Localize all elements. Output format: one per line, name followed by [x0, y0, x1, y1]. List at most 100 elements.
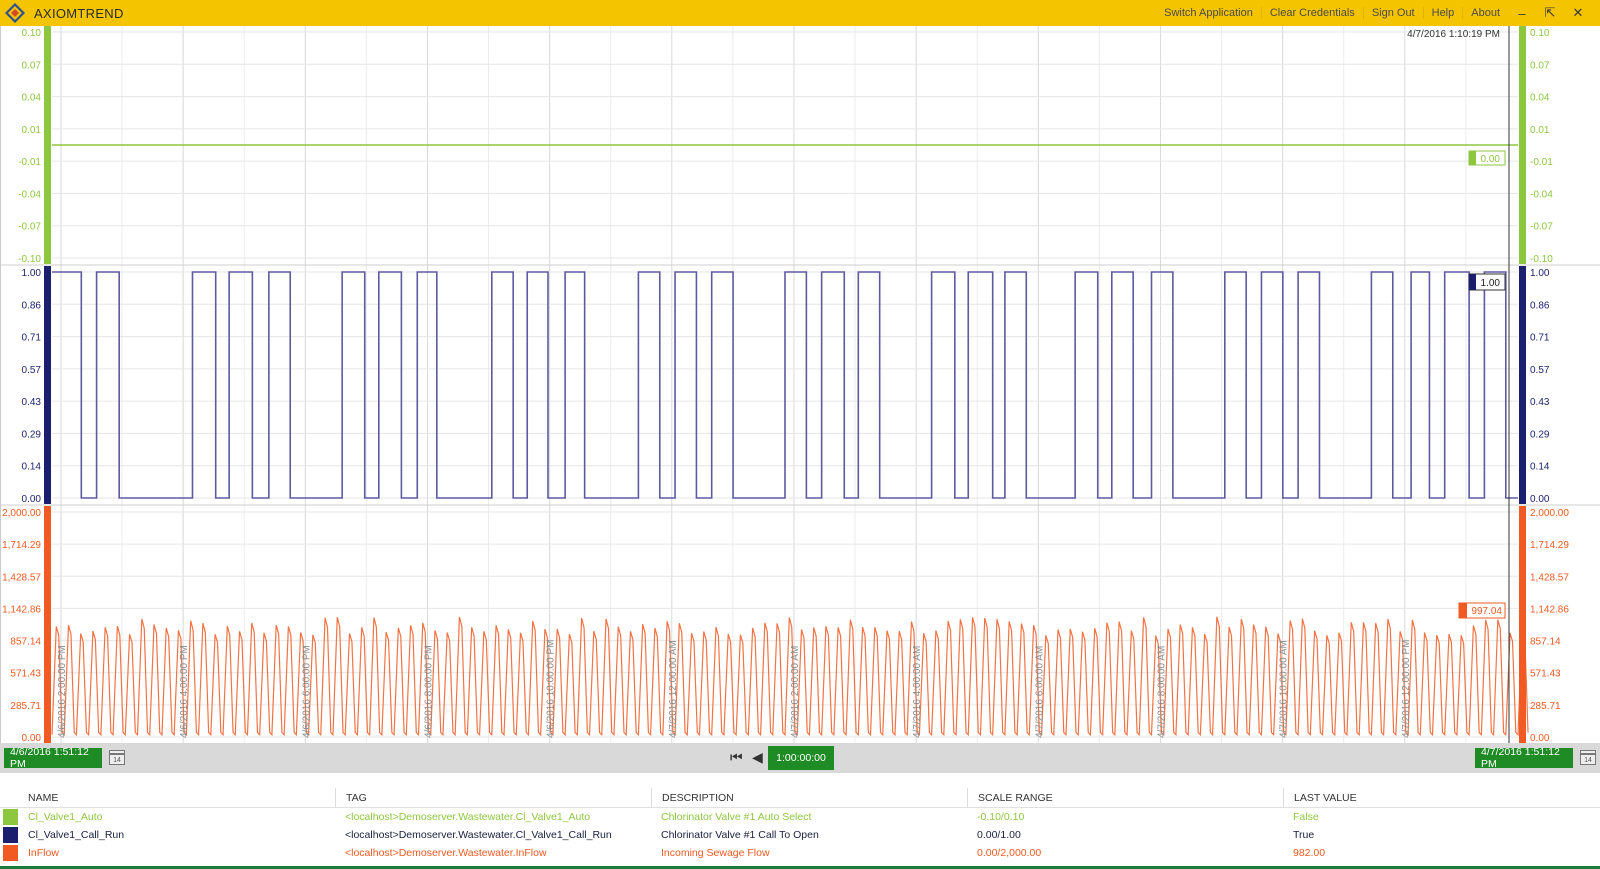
legend-row[interactable]: Cl_Valve1_Call_Run <localhost>Demoserver… — [0, 826, 1600, 844]
y-tick-label: 571.43 — [10, 669, 41, 680]
y-tick-label: -0.07 — [18, 222, 41, 233]
y-tick-label: 0.14 — [22, 462, 42, 473]
y-tick-label: 0.14 — [1530, 462, 1550, 473]
y-tick-label: 0.01 — [1530, 125, 1550, 136]
x-tick-label: 4/7/2016 4:00:00 AM — [912, 646, 923, 738]
switch-application-link[interactable]: Switch Application — [1156, 7, 1261, 19]
y-axis-bar-right — [1519, 266, 1526, 504]
axiomtrend-logo — [5, 3, 25, 23]
col-last-value-header[interactable]: LAST VALUE — [1283, 788, 1600, 807]
value-marker-label: 1.00 — [1481, 278, 1501, 289]
y-tick-label: 0.29 — [22, 429, 42, 440]
legend-row[interactable]: InFlow <localhost>Demoserver.Wastewater.… — [0, 844, 1600, 862]
pen-scale: 0.00/1.00 — [977, 829, 1021, 841]
y-tick-label: 0.00 — [1530, 733, 1550, 743]
pen-name: Cl_Valve1_Call_Run — [28, 829, 125, 841]
sign-out-link[interactable]: Sign Out — [1362, 7, 1423, 19]
title-bar: AXIOMTREND Switch Application Clear Cred… — [0, 0, 1600, 26]
x-tick-label: 4/6/2016 4:00:00 PM — [179, 645, 190, 738]
y-tick-label: 1.00 — [22, 268, 42, 279]
y-tick-label: 1.00 — [1530, 268, 1550, 279]
y-axis-bar-left — [44, 26, 51, 264]
col-scale-header[interactable]: SCALE RANGE — [967, 788, 1283, 807]
col-description-header[interactable]: DESCRIPTION — [651, 788, 967, 807]
value-marker-swatch — [1459, 603, 1467, 618]
time-span-button[interactable]: 1:00:00:00 — [768, 746, 834, 770]
y-tick-label: 0.07 — [22, 60, 42, 71]
pen-tag: <localhost>Demoserver.Wastewater.Cl_Valv… — [345, 829, 612, 841]
value-marker-swatch — [1469, 274, 1476, 290]
pen-tag: <localhost>Demoserver.Wastewater.Cl_Valv… — [345, 811, 591, 823]
pen-name: Cl_Valve1_Auto — [28, 811, 103, 823]
y-tick-label: 0.43 — [22, 397, 42, 408]
x-tick-label: 4/7/2016 12:00:00 AM — [668, 640, 679, 738]
pen-scale: 0.00/2,000.00 — [977, 847, 1042, 859]
y-tick-label: 0.57 — [22, 365, 42, 376]
y-tick-label: 1,428.57 — [1530, 572, 1569, 583]
y-tick-label: -0.01 — [1530, 157, 1553, 168]
y-tick-label: 0.86 — [22, 300, 42, 311]
x-tick-label: 4/6/2016 10:00:00 PM — [546, 640, 557, 738]
y-axis-bar-left — [44, 506, 51, 743]
pen-name: InFlow — [28, 847, 59, 859]
x-tick-label: 4/7/2016 10:00:00 AM — [1279, 640, 1290, 738]
about-link[interactable]: About — [1462, 7, 1508, 19]
col-tag-header[interactable]: TAG — [335, 788, 651, 807]
y-tick-label: 0.00 — [22, 494, 42, 505]
y-tick-label: -0.04 — [18, 189, 41, 200]
pen-color-swatch — [3, 827, 18, 843]
y-tick-label: 2,000.00 — [1530, 508, 1569, 519]
step-back-icon[interactable]: ◀ — [752, 749, 763, 766]
y-tick-label: -0.10 — [1530, 254, 1553, 265]
y-tick-label: 0.00 — [1530, 494, 1550, 505]
x-tick-label: 4/7/2016 8:00:00 AM — [1156, 646, 1167, 738]
legend-row[interactable]: Cl_Valve1_Auto <localhost>Demoserver.Was… — [0, 808, 1600, 826]
y-tick-label: 285.71 — [10, 701, 41, 712]
y-axis-bar-right — [1519, 26, 1526, 264]
y-tick-label: 857.14 — [10, 637, 41, 648]
y-tick-label: 0.01 — [22, 125, 42, 136]
y-tick-label: 1,714.29 — [1530, 540, 1569, 551]
close-icon[interactable]: ✕ — [1564, 5, 1592, 21]
pen-color-swatch — [3, 809, 18, 825]
pen-description: Chlorinator Valve #1 Auto Select — [661, 811, 812, 823]
go-to-start-icon[interactable]: ⏮ — [730, 749, 743, 766]
x-tick-label: 4/6/2016 6:00:00 PM — [301, 645, 312, 738]
pen-tag: <localhost>Demoserver.Wastewater.InFlow — [345, 847, 547, 859]
series-line-cl-valve1-call-run — [52, 271, 1518, 499]
col-name-header[interactable]: NAME — [0, 788, 335, 807]
y-tick-label: 0.43 — [1530, 397, 1550, 408]
y-tick-label: 0.57 — [1530, 365, 1550, 376]
y-tick-label: 571.43 — [1530, 669, 1561, 680]
end-calendar-icon[interactable]: 14 — [1580, 750, 1596, 765]
y-tick-label: 0.07 — [1530, 60, 1550, 71]
minimize-icon[interactable]: – — [1508, 6, 1536, 21]
y-tick-label: -0.04 — [1530, 189, 1553, 200]
x-tick-label: 4/6/2016 2:00:00 PM — [57, 645, 68, 738]
y-tick-label: 1,142.86 — [1530, 604, 1569, 615]
trend-chart[interactable]: 0.10 0.10 0.07 0.07 0.04 0.04 0.01 0.01 -0.01 -0.… — [0, 26, 1600, 743]
y-axis-bar-right — [1519, 506, 1526, 743]
clear-credentials-link[interactable]: Clear Credentials — [1260, 7, 1363, 19]
y-tick-label: 0.04 — [22, 93, 42, 104]
start-calendar-icon[interactable]: 14 — [109, 750, 125, 765]
x-tick-label: 4/7/2016 6:00:00 AM — [1034, 646, 1045, 738]
cursor-time-label: 4/7/2016 1:10:19 PM — [1407, 29, 1500, 40]
pen-color-swatch — [3, 845, 18, 861]
pen-legend-table: NAME TAG DESCRIPTION SCALE RANGE LAST VA… — [0, 788, 1600, 862]
y-tick-label: 1,142.86 — [2, 604, 41, 615]
help-link[interactable]: Help — [1422, 7, 1463, 19]
start-time-button[interactable]: 4/6/2016 1:51:12 PM — [4, 746, 102, 770]
end-time-button[interactable]: 4/7/2016 1:51:12 PM — [1475, 746, 1573, 770]
time-navigation-bar: 4/6/2016 1:51:12 PM 14 ⏮ ◀ 1:00:00:00 4/… — [0, 743, 1600, 773]
x-tick-label: 4/6/2016 8:00:00 PM — [423, 645, 434, 738]
y-tick-label: 0.10 — [22, 28, 42, 39]
y-tick-label: 285.71 — [1530, 701, 1561, 712]
y-tick-label: 0.04 — [1530, 93, 1550, 104]
y-tick-label: 2,000.00 — [2, 508, 41, 519]
y-tick-label: 857.14 — [1530, 637, 1561, 648]
y-tick-label: 0.71 — [1530, 333, 1550, 344]
y-tick-label: 0.86 — [1530, 300, 1550, 311]
restore-icon[interactable]: ⇱ — [1536, 5, 1564, 21]
pen-scale: -0.10/0.10 — [977, 811, 1025, 823]
